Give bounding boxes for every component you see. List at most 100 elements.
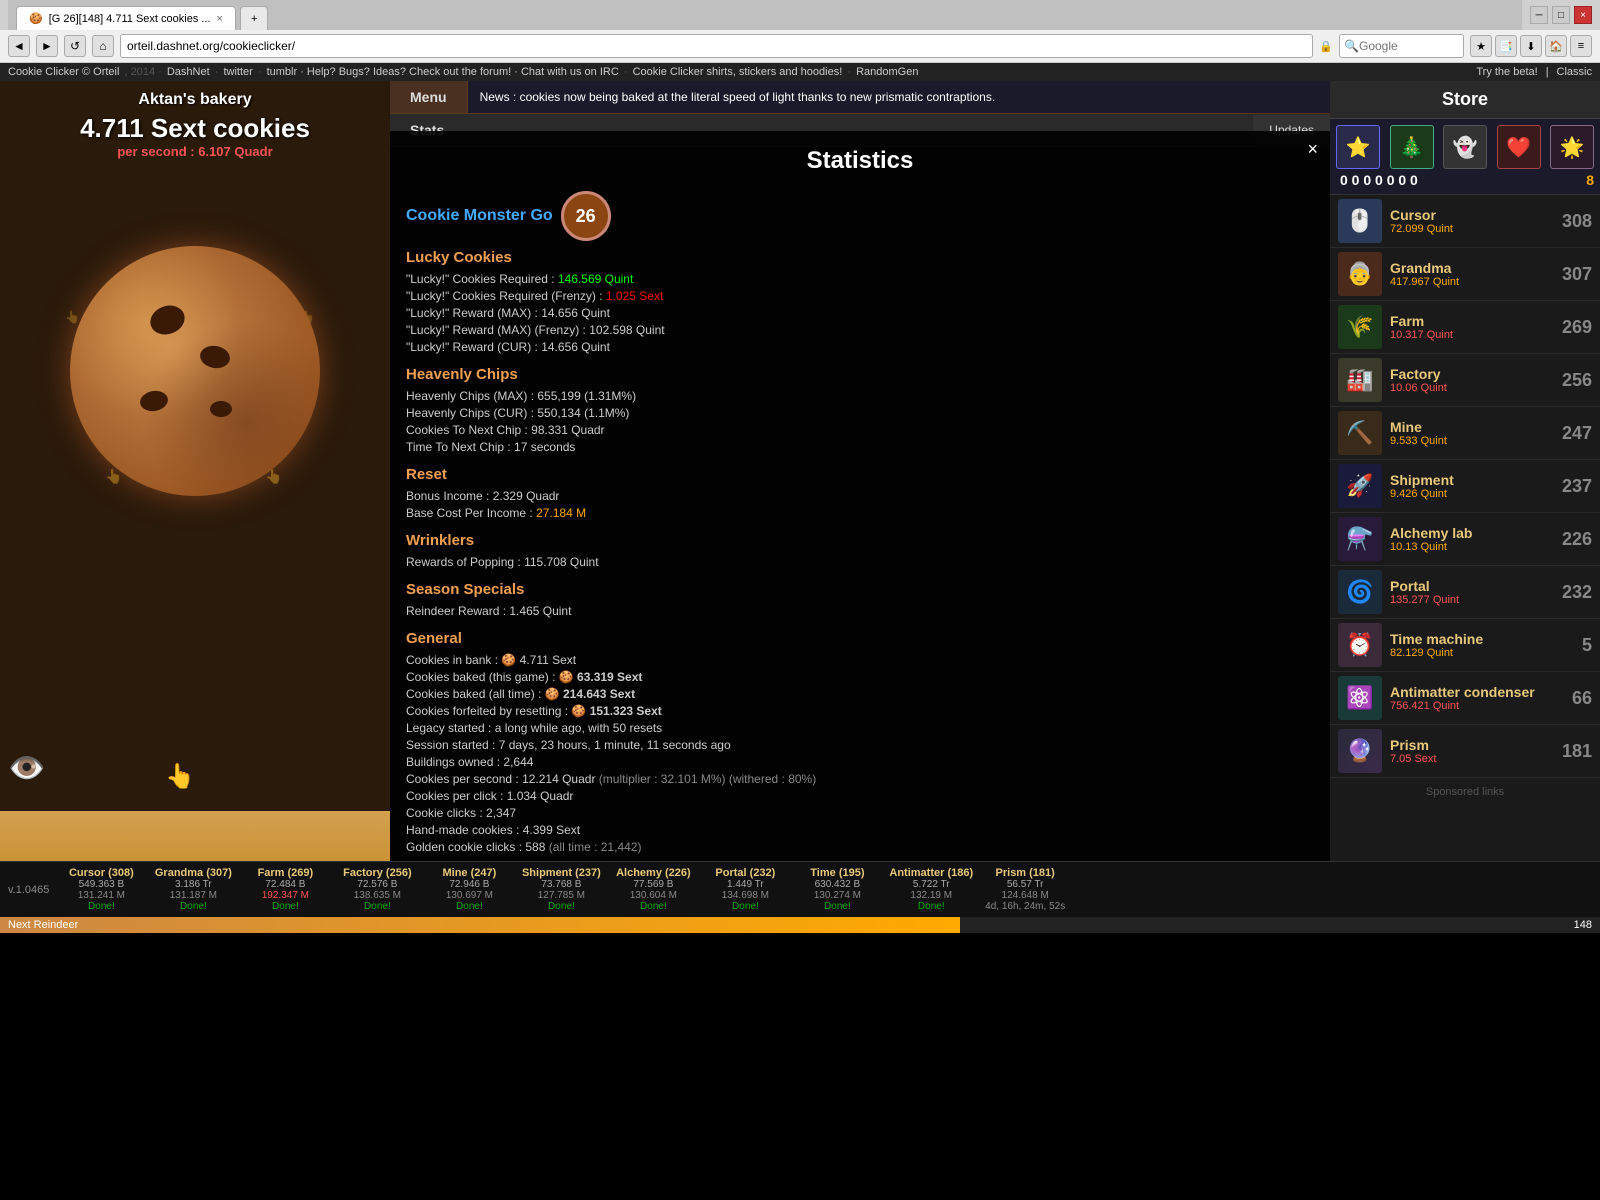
building-mine[interactable]: ⛏️ Mine 9.533 Quint 247 (1330, 407, 1600, 460)
try-beta-link[interactable]: Try the beta! (1476, 66, 1537, 78)
prism-icon: 🔮 (1338, 729, 1382, 773)
bb-antimatter-bonus: 5.722 Tr (913, 879, 950, 890)
bb-time-name: Time (195) (810, 867, 864, 879)
twitter-link[interactable]: twitter (223, 66, 252, 78)
upgrade-slot-3[interactable]: 👻 (1443, 125, 1487, 169)
building-portal[interactable]: 🌀 Portal 135.277 Quint 232 (1330, 566, 1600, 619)
hc-row-4: Time To Next Chip : 17 seconds (406, 440, 1314, 454)
reset-row-2: Base Cost Per Income : 27.184 M (406, 506, 1314, 520)
cursor-name: Cursor (1390, 207, 1556, 223)
lucky-row-4: "Lucky!" Reward (MAX) (Frenzy) : 102.598… (406, 323, 1314, 337)
prism-info: Prism 7.05 Sext (1390, 737, 1556, 765)
bookmark-star-btn[interactable]: ★ (1470, 35, 1492, 57)
mine-icon: ⛏️ (1338, 411, 1382, 455)
version-label: v.1.0465 (8, 884, 49, 896)
orteil-link[interactable]: Orteil (93, 66, 119, 78)
maximize-btn[interactable]: □ (1552, 6, 1570, 24)
irc-link[interactable]: IRC (600, 66, 619, 78)
lucky-cookies-title: Lucky Cookies (406, 249, 1314, 266)
upgrade-slot-5[interactable]: 🌟 (1550, 125, 1594, 169)
upgrade-slot-4[interactable]: ❤️ (1497, 125, 1541, 169)
alchemy-cost: 10.13 Quint (1390, 541, 1556, 553)
reload-btn[interactable]: ↺ (64, 35, 86, 57)
sponsored-links: Sponsored links (1330, 778, 1600, 806)
factory-count: 256 (1562, 370, 1592, 391)
news-text: News : cookies now being baked at the li… (480, 90, 996, 104)
address-bar[interactable] (120, 34, 1313, 58)
mine-name: Mine (1390, 419, 1556, 435)
lucky-row-3: "Lucky!" Reward (MAX) : 14.656 Quint (406, 306, 1314, 320)
building-alchemy[interactable]: ⚗️ Alchemy lab 10.13 Quint 226 (1330, 513, 1600, 566)
bb-grandma-done: Done! (180, 901, 207, 912)
tumblr-link[interactable]: tumblr (267, 66, 298, 78)
classic-link[interactable]: Classic (1557, 66, 1592, 78)
merch-link[interactable]: Cookie Clicker shirts, stickers and hood… (633, 66, 843, 78)
bb-factory-done: Done! (364, 901, 391, 912)
factory-name: Factory (1390, 366, 1556, 382)
bb-portal-done: Done! (732, 901, 759, 912)
bookmark-list-btn[interactable]: 📑 (1495, 35, 1517, 57)
minimize-btn[interactable]: ─ (1530, 6, 1548, 24)
building-grandma[interactable]: 👵 Grandma 417.967 Quint 307 (1330, 248, 1600, 301)
bb-prism-bonus: 56.57 Tr (1007, 879, 1044, 890)
building-farm[interactable]: 🌾 Farm 10.317 Quint 269 (1330, 301, 1600, 354)
bb-antimatter-base: 132.19 M (910, 890, 952, 901)
factory-info: Factory 10.06 Quint (1390, 366, 1556, 394)
choco-chip-4 (210, 401, 232, 417)
cursor-cost: 72.099 Quint (1390, 223, 1556, 235)
dashnet-link[interactable]: DashNet (167, 66, 210, 78)
portal-icon: 🌀 (1338, 570, 1382, 614)
building-timemachine[interactable]: ⏰ Time machine 82.129 Quint 5 (1330, 619, 1600, 672)
progress-value: 148 (1574, 919, 1592, 931)
sep3: · (258, 66, 265, 78)
stats-close-btn[interactable]: × (1307, 139, 1318, 160)
svg-text:👆: 👆 (65, 310, 80, 324)
close-btn[interactable]: × (1574, 6, 1592, 24)
gen-row-2: Cookies baked (this game) : 🍪 63.319 Sex… (406, 670, 1314, 684)
forum-link[interactable]: forum! (480, 66, 511, 78)
search-engine-icon: 🔍 (1344, 39, 1359, 53)
timemachine-count: 5 (1562, 635, 1592, 656)
search-input[interactable] (1359, 39, 1459, 53)
shipment-icon: 🚀 (1338, 464, 1382, 508)
bb-prism-name: Prism (181) (996, 867, 1055, 879)
menu-btn[interactable]: ≡ (1570, 35, 1592, 57)
new-tab-btn[interactable]: + (240, 6, 268, 30)
home-btn[interactable]: ⌂ (92, 35, 114, 57)
mine-cost: 9.533 Quint (1390, 435, 1556, 447)
bb-grandma-bonus: 3.186 Tr (175, 879, 212, 890)
bb-shipment: Shipment (237) 73.768 B 127.785 M Done! (521, 867, 601, 912)
download-btn[interactable]: ⬇ (1520, 35, 1542, 57)
bb-time-bonus: 630.432 B (815, 879, 861, 890)
timemachine-name: Time machine (1390, 631, 1556, 647)
bb-grandma: Grandma (307) 3.186 Tr 131.187 M Done! (153, 867, 233, 912)
upgrade-slot-2[interactable]: 🎄 (1390, 125, 1434, 169)
forward-btn[interactable]: ► (36, 35, 58, 57)
lucky-required-val: 146.569 Quint (558, 272, 633, 286)
right-panel: Store ⭐ 🎄 👻 ❤️ 🌟 0 0 0 0 0 0 0 8 🖱️ Curs… (1330, 81, 1600, 861)
building-cursor[interactable]: 🖱️ Cursor 72.099 Quint 308 (1330, 195, 1600, 248)
home-action-btn[interactable]: 🏠 (1545, 35, 1567, 57)
randomgen-link[interactable]: RandomGen (856, 66, 918, 78)
browser-tab-active[interactable]: 🍪 [G 26][148] 4.711 Sext cookies ... × (16, 6, 236, 30)
menu-tab[interactable]: Menu (390, 81, 468, 113)
big-cookie[interactable] (70, 246, 320, 496)
farm-info: Farm 10.317 Quint (1390, 313, 1556, 341)
building-antimatter[interactable]: ⚛️ Antimatter condenser 756.421 Quint 66 (1330, 672, 1600, 725)
sep8: | (1546, 66, 1549, 78)
building-shipment[interactable]: 🚀 Shipment 9.426 Quint 237 (1330, 460, 1600, 513)
timemachine-info: Time machine 82.129 Quint (1390, 631, 1556, 659)
bb-alchemy-done: Done! (640, 901, 667, 912)
shipment-name: Shipment (1390, 472, 1556, 488)
heavenly-chips-title: Heavenly Chips (406, 366, 1314, 383)
antimatter-name: Antimatter condenser (1390, 684, 1556, 700)
bb-portal-bonus: 1.449 Tr (727, 879, 764, 890)
browser-toolbar: ◄ ► ↺ ⌂ 🔒 🔍 ★ 📑 ⬇ 🏠 ≡ (0, 30, 1600, 63)
bb-mine-name: Mine (247) (442, 867, 496, 879)
upgrade-slot-1[interactable]: ⭐ (1336, 125, 1380, 169)
building-factory[interactable]: 🏭 Factory 10.06 Quint 256 (1330, 354, 1600, 407)
sep7: · (847, 66, 854, 78)
back-btn[interactable]: ◄ (8, 35, 30, 57)
tab-close-btn[interactable]: × (217, 13, 223, 25)
building-prism[interactable]: 🔮 Prism 7.05 Sext 181 (1330, 725, 1600, 778)
